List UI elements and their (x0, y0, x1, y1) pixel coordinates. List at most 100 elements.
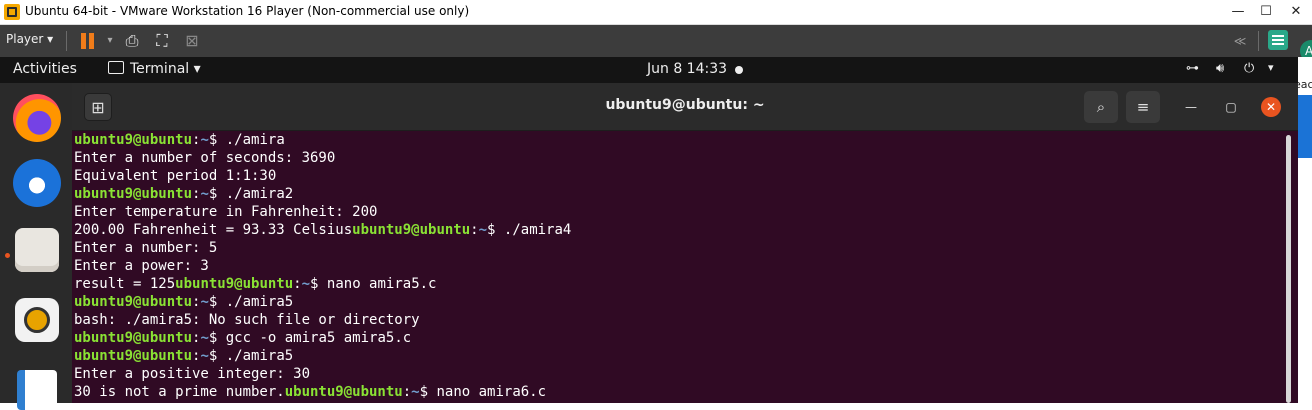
prompt-colon: : (402, 384, 412, 400)
running-indicator (5, 253, 10, 258)
app-menu-button[interactable]: Terminal ▾ (108, 61, 201, 77)
terminal-line: ubuntu9@ubuntu:~$ gcc -o amira5 amira5.c (74, 329, 1284, 347)
terminal-icon (108, 61, 124, 74)
toolbar-divider (1258, 31, 1259, 51)
minimize-icon[interactable]: — (1182, 98, 1200, 116)
output-text: Enter a number of seconds: 3690 (74, 150, 336, 166)
prompt-dollar: $ (310, 276, 327, 292)
files-icon[interactable] (15, 228, 59, 272)
back-icon[interactable]: ≪ (1228, 29, 1252, 53)
terminal-line: Enter a number of seconds: 3690 (74, 149, 1284, 167)
prompt-path: ~ (200, 294, 209, 310)
command-text: ./amira5 (225, 348, 294, 364)
send-ctrl-alt-del-icon[interactable]: ⎙ (120, 29, 144, 53)
player-menu-button[interactable]: Player ▾ (6, 32, 53, 46)
terminal-line: Enter a number: 5 (74, 239, 1284, 257)
activities-button[interactable]: Activities (13, 61, 77, 77)
pause-icon[interactable] (80, 31, 96, 51)
prompt-colon: : (470, 222, 479, 238)
vmware-titlebar: Ubuntu 64-bit - VMware Workstation 16 Pl… (0, 0, 1312, 25)
network-icon[interactable]: ⊶ (1186, 61, 1199, 76)
terminal-line: Equivalent period 1:1:30 (74, 167, 1284, 185)
prompt-dollar: $ (419, 384, 437, 400)
terminal-line: ubuntu9@ubuntu:~$ ./amira2 (74, 185, 1284, 203)
prompt-user: ubuntu9@ubuntu (74, 294, 193, 310)
command-text: ./amira (225, 132, 285, 148)
prompt-user: ubuntu9@ubuntu (175, 276, 294, 292)
prompt-path: ~ (411, 384, 420, 400)
terminal-line: ubuntu9@ubuntu:~$ ./amira (74, 131, 1284, 149)
prompt-user: ubuntu9@ubuntu (74, 330, 193, 346)
terminal-line: Enter temperature in Fahrenheit: 200 (74, 203, 1284, 221)
library-icon[interactable] (1268, 30, 1288, 50)
power-icon[interactable]: ⏻ (1244, 61, 1254, 76)
ubuntu-dock (0, 83, 72, 410)
window-title: Ubuntu 64-bit - VMware Workstation 16 Pl… (25, 4, 470, 18)
prompt-dollar: $ (208, 132, 226, 148)
command-text: nano amira5.c (326, 276, 437, 292)
prompt-dollar: $ (208, 348, 226, 364)
volume-icon[interactable]: 🔊︎ (1216, 61, 1224, 76)
system-menu-chevron-icon[interactable]: ▾ (1268, 61, 1274, 74)
vmware-logo-icon (4, 4, 20, 20)
prompt-user: ubuntu9@ubuntu (74, 132, 193, 148)
thunderbird-icon[interactable] (13, 159, 61, 207)
search-button[interactable]: ⌕ (1084, 91, 1118, 123)
prompt-user: ubuntu9@ubuntu (74, 348, 193, 364)
rhythmbox-icon[interactable] (15, 298, 59, 342)
host-blue-panel (1298, 95, 1312, 158)
terminal-line: Enter a power: 3 (74, 257, 1284, 275)
clock[interactable]: Jun 8 14:33 (647, 61, 727, 77)
scrollbar[interactable] (1284, 135, 1292, 403)
vmware-toolbar: Player ▾ ▾ ⎙ ⛶ ⊠ ≪ (0, 25, 1312, 57)
prompt-dollar: $ (208, 330, 226, 346)
notification-dot-icon (735, 66, 743, 74)
output-text: Enter a number: 5 (74, 240, 218, 256)
output-text: result = 125 (74, 276, 176, 292)
vm-viewport[interactable]: Activities Terminal ▾ Jun 8 14:33 ⊶ 🔊︎ ⏻… (0, 57, 1298, 410)
prompt-user: ubuntu9@ubuntu (284, 384, 403, 400)
command-text: ./amira2 (225, 186, 294, 202)
command-text: gcc -o amira5 amira5.c (225, 330, 412, 346)
firefox-icon[interactable] (13, 94, 61, 142)
prompt-user: ubuntu9@ubuntu (352, 222, 471, 238)
hamburger-menu-button[interactable]: ≡ (1126, 91, 1160, 123)
prompt-colon: : (293, 276, 302, 292)
prompt-dollar: $ (208, 294, 226, 310)
maximize-icon[interactable]: ▢ (1222, 98, 1240, 116)
maximize-button[interactable]: ☐ (1250, 0, 1282, 24)
output-text: bash: ./amira5: No such file or director… (74, 312, 420, 328)
output-text: Enter temperature in Fahrenheit: 200 (74, 204, 378, 220)
terminal-line: result = 125ubuntu9@ubuntu:~$ nano amira… (74, 275, 1284, 293)
terminal-headerbar: ⊞ ubuntu9@ubuntu: ~ ⌕ ≡ — ▢ ✕ (72, 83, 1298, 131)
prompt-path: ~ (200, 186, 209, 202)
toolbar-divider (66, 31, 67, 51)
terminal-line: ubuntu9@ubuntu:~$ ./amira5 (74, 347, 1284, 365)
app-menu-label: Terminal ▾ (130, 61, 201, 77)
prompt-path: ~ (301, 276, 311, 292)
terminal-line: 30 is not a prime number.ubuntu9@ubuntu:… (74, 383, 1284, 401)
output-text: 200.00 Fahrenheit = 93.33 Celsius (74, 222, 353, 238)
command-text: ./amira5 (225, 294, 294, 310)
terminal-line: Enter a positive integer: 30 (74, 365, 1284, 383)
libreoffice-writer-icon[interactable] (17, 370, 57, 410)
fullscreen-icon[interactable]: ⛶ (150, 29, 174, 53)
terminal-line: ubuntu9@ubuntu:~$ ./amira5 (74, 293, 1284, 311)
pause-dropdown-icon[interactable]: ▾ (98, 29, 122, 53)
prompt-path: ~ (200, 330, 209, 346)
prompt-user: ubuntu9@ubuntu (74, 186, 193, 202)
output-text: Enter a positive integer: 30 (74, 366, 311, 382)
terminal-output[interactable]: ubuntu9@ubuntu:~$ ./amira Enter a number … (74, 131, 1284, 403)
close-window-button[interactable]: ✕ (1280, 0, 1312, 24)
close-icon[interactable]: ✕ (1261, 97, 1281, 117)
command-text: nano amira6.c (436, 384, 547, 400)
prompt-path: ~ (200, 132, 209, 148)
scrollbar-thumb[interactable] (1286, 135, 1291, 403)
prompt-dollar: $ (487, 222, 504, 238)
output-text: Enter a power: 3 (74, 258, 209, 274)
terminal-line: bash: ./amira5: No such file or director… (74, 311, 1284, 329)
prompt-dollar: $ (208, 186, 226, 202)
output-text: 30 is not a prime number. (74, 384, 285, 400)
unity-mode-icon[interactable]: ⊠ (180, 29, 204, 53)
prompt-path: ~ (200, 348, 209, 364)
